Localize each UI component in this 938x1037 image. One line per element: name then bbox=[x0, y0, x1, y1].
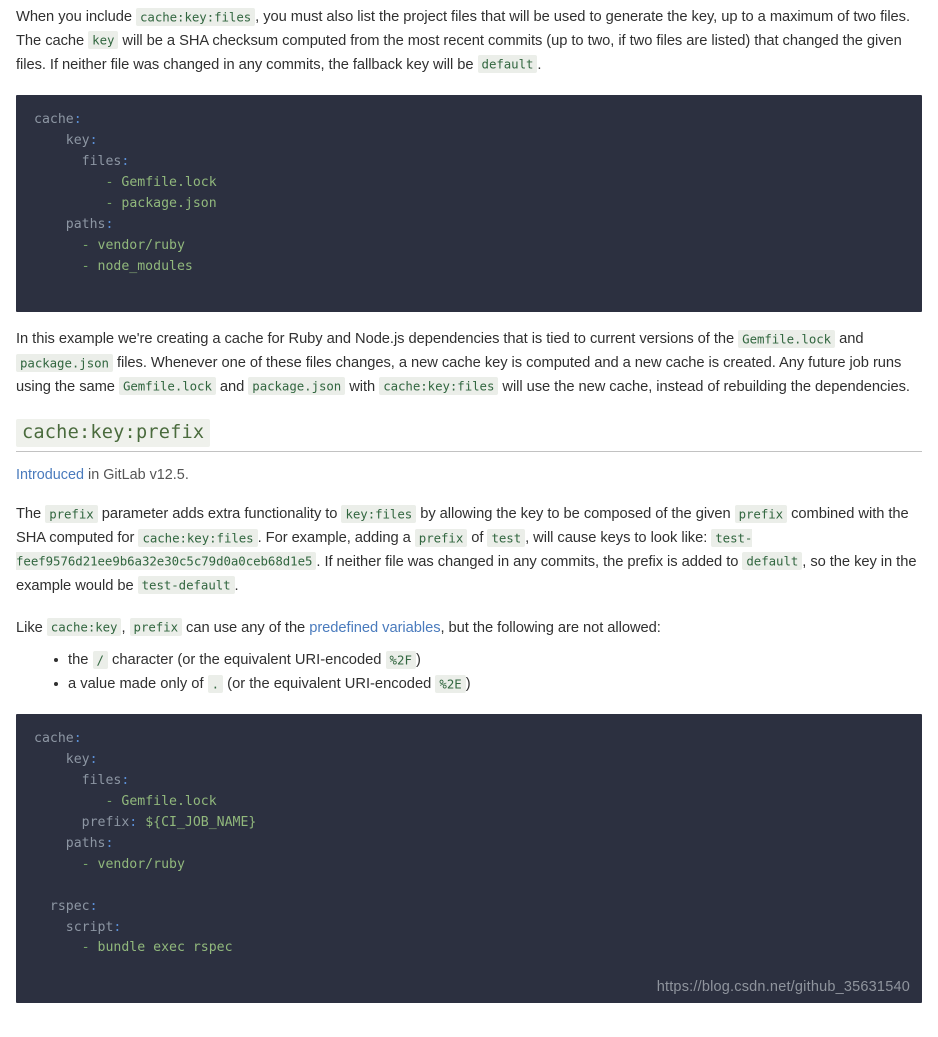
inline-code-package-json-2: package.json bbox=[248, 377, 346, 396]
predefined-variables-paragraph: Like cache:key, prefix can use any of th… bbox=[16, 617, 922, 641]
inline-code-percent-2f: %2F bbox=[385, 650, 416, 669]
inline-code-gemfile-lock-1: Gemfile.lock bbox=[738, 329, 836, 348]
inline-code-cache-key-files-3: cache:key:files bbox=[138, 528, 258, 547]
code-content-1: cache: key: files: - Gemfile.lock - pack… bbox=[34, 112, 217, 274]
intro-text-4: . bbox=[537, 56, 542, 73]
inline-code-dot: . bbox=[207, 674, 224, 693]
prefix-text-8: . If neither file was changed in any com… bbox=[316, 553, 743, 570]
inline-code-prefix-4: prefix bbox=[129, 618, 183, 637]
prefix-text-3: by allowing the key to be composed of th… bbox=[416, 506, 735, 523]
like-text-3: can use any of the bbox=[182, 619, 310, 636]
intro-paragraph: When you include cache:key:files, you mu… bbox=[16, 6, 922, 77]
like-text-1: Like bbox=[16, 619, 47, 636]
example-text-5: with bbox=[345, 378, 380, 395]
li2-text-2: (or the equivalent URI-encoded bbox=[223, 676, 436, 693]
li2-text-3: ) bbox=[465, 676, 471, 693]
example-text-6: will use the new cache, instead of rebui… bbox=[498, 378, 910, 395]
inline-code-percent-2e: %2E bbox=[435, 674, 466, 693]
inline-code-slash: / bbox=[92, 650, 108, 669]
heading-title: cache:key:prefix bbox=[16, 418, 211, 447]
code-block-cache-key-files: cache: key: files: - Gemfile.lock - pack… bbox=[16, 95, 922, 313]
inline-code-cache-key-files-2: cache:key:files bbox=[379, 377, 499, 396]
inline-code-prefix-3: prefix bbox=[414, 528, 468, 547]
predefined-variables-link[interactable]: predefined variables bbox=[309, 620, 440, 636]
inline-code-gemfile-lock-2: Gemfile.lock bbox=[118, 377, 216, 396]
li1-text-3: ) bbox=[415, 652, 421, 669]
prefix-text-1: The bbox=[16, 506, 46, 523]
documentation-page: When you include cache:key:files, you mu… bbox=[0, 0, 938, 1004]
prefix-text-6: of bbox=[467, 530, 488, 547]
list-item: the / character (or the equivalent URI-e… bbox=[54, 648, 922, 672]
introduced-rest: in GitLab v12.5. bbox=[84, 467, 189, 484]
example-text-4: and bbox=[215, 378, 249, 395]
introduced-note: Introduced in GitLab v12.5. bbox=[16, 465, 922, 485]
inline-code-package-json-1: package.json bbox=[16, 353, 113, 372]
code-content-2: cache: key: files: - Gemfile.lock prefix… bbox=[34, 731, 257, 956]
not-allowed-list: the / character (or the equivalent URI-e… bbox=[16, 648, 922, 696]
watermark-url: https://blog.csdn.net/github_35631540 bbox=[656, 979, 910, 996]
example-paragraph: In this example we're creating a cache f… bbox=[16, 328, 922, 399]
inline-code-key-files: key:files bbox=[341, 504, 417, 523]
inline-code-prefix-1: prefix bbox=[45, 504, 98, 523]
li1-text-1: the bbox=[68, 652, 93, 669]
prefix-text-10: . bbox=[234, 577, 239, 594]
example-text-1: In this example we're creating a cache f… bbox=[16, 331, 739, 348]
like-text-2: , bbox=[121, 619, 130, 636]
list-item: a value made only of . (or the equivalen… bbox=[54, 672, 922, 696]
inline-code-test: test bbox=[487, 528, 526, 547]
prefix-text-2: parameter adds extra functionality to bbox=[97, 506, 342, 523]
inline-code-default-2: default bbox=[742, 552, 803, 571]
prefix-paragraph: The prefix parameter adds extra function… bbox=[16, 503, 922, 598]
prefix-text-7: , will cause keys to look like: bbox=[525, 530, 712, 547]
li2-text-1: a value made only of bbox=[68, 676, 208, 693]
introduced-link[interactable]: Introduced bbox=[16, 467, 84, 483]
page-section-heading: cache:key:prefix bbox=[16, 418, 922, 453]
code-block-cache-key-prefix: cache: key: files: - Gemfile.lock prefix… bbox=[16, 714, 922, 1004]
inline-code-cache-key: cache:key bbox=[46, 618, 122, 637]
inline-code-default: default bbox=[477, 55, 538, 74]
like-text-4: , but the following are not allowed: bbox=[440, 619, 661, 636]
li1-text-2: character (or the equivalent URI-encoded bbox=[107, 652, 386, 669]
prefix-text-5: . For example, adding a bbox=[257, 530, 415, 547]
inline-code-prefix-2: prefix bbox=[734, 504, 788, 523]
intro-text-3: will be a SHA checksum computed from the… bbox=[16, 32, 902, 73]
example-text-2: and bbox=[835, 331, 864, 348]
intro-text-1: When you include bbox=[16, 9, 136, 25]
inline-code-key: key bbox=[88, 31, 119, 50]
inline-code-cache-key-files: cache:key:files bbox=[136, 7, 256, 26]
inline-code-test-default: test-default bbox=[137, 576, 235, 595]
